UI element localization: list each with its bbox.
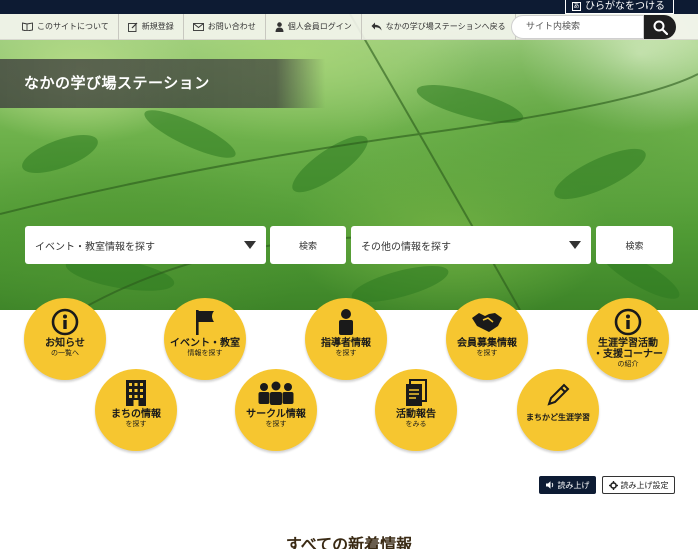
- other-search-select[interactable]: その他の情報を探す: [351, 226, 591, 264]
- info-icon: [51, 308, 79, 336]
- speaker-icon: [545, 481, 553, 489]
- category-instructors-sub: を探す: [335, 349, 357, 357]
- furigana-button[interactable]: あ ひらがなをつける: [565, 0, 674, 14]
- news-heading: すべての新着情報: [285, 535, 413, 549]
- handshake-icon: [472, 313, 502, 332]
- nav-back-station-label: なかの学び場ステーションへ戻る: [385, 22, 506, 31]
- pencil-icon: [547, 383, 570, 406]
- category-circles-label: サークル情報: [246, 409, 306, 420]
- dropdown-triangle-icon: [244, 241, 256, 249]
- category-members-sub: を探す: [476, 349, 498, 357]
- read-aloud-settings-label: 読み上げ設定: [620, 480, 669, 490]
- read-aloud-label: 読み上げ: [557, 480, 590, 490]
- top-bar: あ ひらがなをつける: [0, 0, 698, 14]
- event-search-button[interactable]: 検索: [270, 226, 346, 264]
- edit-icon: [127, 22, 138, 32]
- category-reports-sub: をみる: [405, 420, 427, 428]
- category-circles-sub: を探す: [265, 420, 287, 428]
- category-events-label: イベント・教室: [170, 338, 240, 349]
- flag-icon: [196, 310, 214, 335]
- category-town-info-sub: を探す: [125, 420, 147, 428]
- document-icon: [406, 379, 427, 406]
- nav-contact[interactable]: お問い合わせ: [184, 13, 266, 40]
- site-search-button[interactable]: [644, 15, 676, 39]
- category-reports[interactable]: 活動報告 をみる: [375, 369, 457, 451]
- event-search-select-label: イベント・教室情報を探す: [35, 241, 155, 253]
- site-search: [511, 15, 676, 39]
- furigana-icon: あ: [572, 2, 581, 11]
- read-aloud-settings-button[interactable]: 読み上げ設定: [602, 476, 675, 494]
- category-town-info-label: まちの情報: [111, 409, 161, 420]
- category-instructors-label: 指導者情報: [321, 338, 371, 349]
- book-icon: [22, 22, 33, 31]
- instructor-icon: [339, 309, 353, 335]
- other-search-select-label: その他の情報を探す: [361, 241, 451, 253]
- category-lifelong-learning[interactable]: 生涯学習活動 ・支援コーナー の紹介: [587, 298, 669, 380]
- category-machikado-sub: まちかど生涯学習: [526, 413, 590, 422]
- category-circles[interactable]: サークル情報 を探す: [235, 369, 317, 451]
- nav-about-label: このサイトについて: [37, 22, 109, 31]
- category-instructors[interactable]: 指導者情報 を探す: [305, 298, 387, 380]
- person-icon: [275, 21, 284, 32]
- other-search-button[interactable]: 検索: [596, 226, 673, 264]
- mail-icon: [192, 22, 204, 31]
- category-machikado[interactable]: まちかど生涯学習: [517, 369, 599, 451]
- category-news-sub: の一覧へ: [51, 349, 79, 357]
- nav-contact-label: お問い合わせ: [207, 22, 256, 31]
- dropdown-triangle-icon: [569, 241, 581, 249]
- nav-register[interactable]: 新規登録: [119, 13, 184, 40]
- category-lifelong-learning-label: 生涯学習活動 ・支援コーナー: [593, 338, 663, 360]
- info-icon: [614, 308, 642, 336]
- category-members-label: 会員募集情報: [457, 338, 517, 349]
- building-icon: [126, 380, 146, 406]
- read-aloud-button[interactable]: 読み上げ: [539, 476, 596, 494]
- category-reports-label: 活動報告: [396, 409, 436, 420]
- nav-about[interactable]: このサイトについて: [0, 13, 119, 40]
- gear-icon: [608, 480, 618, 490]
- category-lifelong-learning-sub: の紹介: [617, 360, 639, 368]
- category-events-sub: 情報を探す: [187, 349, 223, 357]
- event-search-select[interactable]: イベント・教室情報を探す: [25, 226, 266, 264]
- nav-back-station[interactable]: なかの学び場ステーションへ戻る: [362, 13, 516, 40]
- category-town-info[interactable]: まちの情報 を探す: [95, 369, 177, 451]
- category-news[interactable]: お知らせ の一覧へ: [24, 298, 106, 380]
- back-arrow-icon: [371, 22, 382, 31]
- site-title[interactable]: なかの学び場ステーション: [24, 72, 210, 93]
- category-news-label: お知らせ: [45, 338, 85, 349]
- furigana-label: ひらがなをつける: [585, 0, 665, 12]
- nav-login[interactable]: 個人会員ログイン: [266, 13, 362, 40]
- category-members[interactable]: 会員募集情報 を探す: [446, 298, 528, 380]
- search-icon: [653, 20, 668, 35]
- nav-login-label: 個人会員ログイン: [287, 22, 352, 31]
- nav-register-label: 新規登録: [141, 22, 174, 31]
- category-events[interactable]: イベント・教室 情報を探す: [164, 298, 246, 380]
- group-icon: [258, 381, 294, 405]
- site-search-input[interactable]: [511, 15, 644, 39]
